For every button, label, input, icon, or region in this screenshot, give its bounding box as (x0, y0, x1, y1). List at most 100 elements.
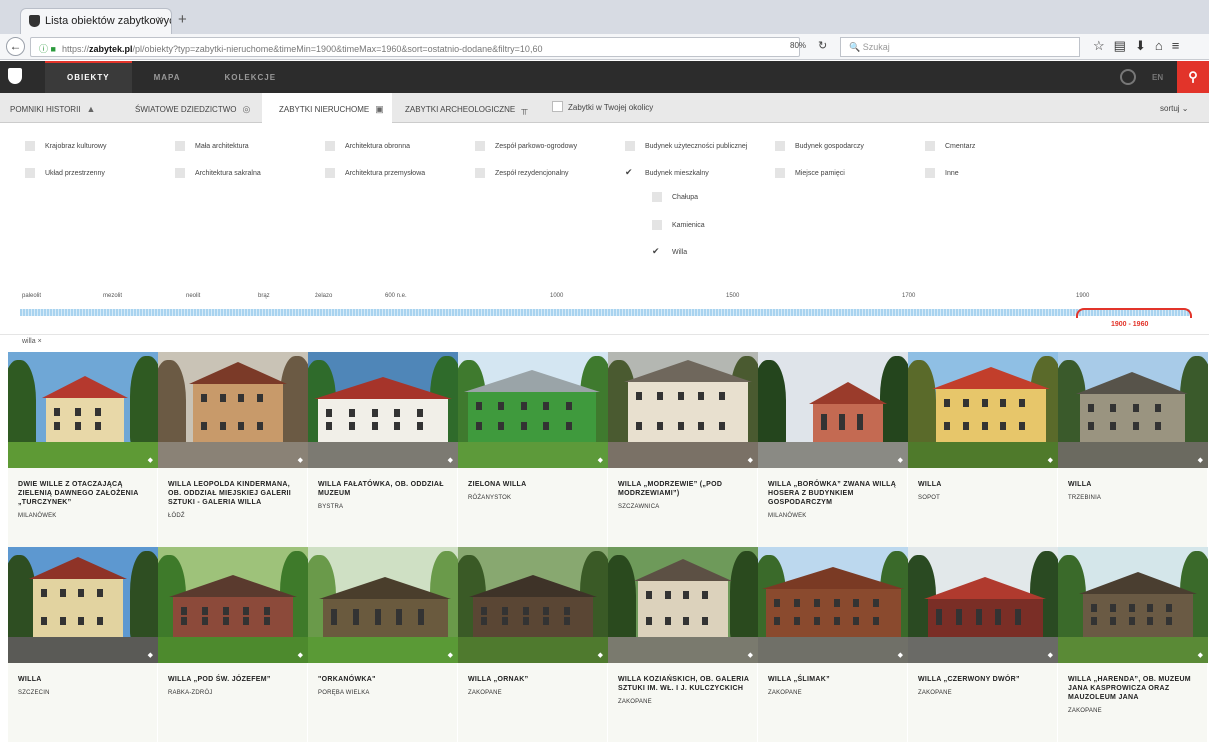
checkbox[interactable] (625, 141, 635, 151)
result-card[interactable]: ◆ WILLA SOPOT (908, 352, 1058, 547)
site-logo-icon[interactable] (8, 68, 22, 84)
result-card[interactable]: ◆ WILLA LEOPOLDA KINDERMANA, OB. ODDZIAŁ … (158, 352, 308, 547)
browser-tab[interactable]: Lista obiektów zabytkowyc... × (20, 8, 172, 34)
checkbox[interactable] (25, 141, 35, 151)
close-tab-icon[interactable]: × (157, 14, 163, 26)
card-title[interactable]: DWIE WILLE Z OTACZAJĄCĄ ZIELENIĄ DAWNEGO… (18, 480, 150, 507)
card-photo[interactable]: ◆ (8, 547, 158, 663)
filter-architektura-sakralna[interactable]: Architektura sakralna (175, 168, 261, 178)
card-photo[interactable]: ◆ (158, 352, 308, 468)
back-arrow-icon[interactable]: ← (6, 37, 25, 56)
card-title[interactable]: WILLA „POD ŚW. JÓZEFEM” (168, 675, 300, 684)
result-card[interactable]: ◆ WILLA „ŚLIMAK” ZAKOPANE (758, 547, 908, 742)
card-photo[interactable]: ◆ (908, 547, 1058, 663)
nav-kolekcje[interactable]: KOLEKCJE (203, 61, 299, 93)
nav-obiekty[interactable]: OBIEKTY (45, 61, 132, 93)
checkbox[interactable] (325, 168, 335, 178)
checkbox[interactable] (175, 141, 185, 151)
subfilter-willa[interactable]: ✔ Willa (652, 247, 687, 257)
card-title[interactable]: WILLA (1068, 480, 1200, 489)
browser-search-input[interactable]: 🔍 Szukaj (840, 37, 1080, 57)
result-card[interactable]: ◆ WILLA FAŁATÓWKA, OB. ODDZIAŁ MUZEUM BYST… (308, 352, 458, 547)
card-photo[interactable]: ◆ (458, 547, 608, 663)
filter-chip-willa[interactable]: willa × (22, 338, 42, 345)
result-card[interactable]: ◆ WILLA SZCZECIN (8, 547, 158, 742)
card-photo[interactable]: ◆ (308, 352, 458, 468)
address-bar[interactable]: ⓘ ■ https://zabytek.pl/pl/obiekty?typ=zab… (30, 37, 800, 57)
result-card[interactable]: ◆ WILLA „ORNAK” ZAKOPANE (458, 547, 608, 742)
result-card[interactable]: ◆ WILLA „CZERWONY DWÓR” ZAKOPANE (908, 547, 1058, 742)
tab-zabytki-nieruchome[interactable]: ZABYTKI NIERUCHOME ▣ (262, 93, 392, 123)
tab-swiatowe-dziedzictwo[interactable]: ŚWIATOWE DZIEDZICTWO ◎ (135, 93, 255, 123)
sort-dropdown[interactable]: sortuj ⌄ (1160, 104, 1189, 113)
card-photo[interactable]: ◆ (8, 352, 158, 468)
result-card[interactable]: ◆ WILLA „MODRZEWIE” („POD MODRZEWIAMI”) SZ… (608, 352, 758, 547)
card-title[interactable]: "ORKANÓWKA" (318, 675, 450, 684)
card-title[interactable]: WILLA (918, 480, 1050, 489)
checkbox[interactable] (475, 168, 485, 178)
menu-icon[interactable]: ≡ (1172, 38, 1189, 53)
close-icon[interactable]: × (38, 338, 42, 345)
card-photo[interactable]: ◆ (758, 547, 908, 663)
filter-budynek-mieszkalny[interactable]: ✔ Budynek mieszkalny (625, 168, 709, 178)
result-card[interactable]: ◆ "ORKANÓWKA" PORĘBA WIELKA (308, 547, 458, 742)
timeline-range-selector[interactable] (1076, 308, 1192, 318)
result-card[interactable]: ◆ DWIE WILLE Z OTACZAJĄCĄ ZIELENIĄ DAWNEG… (8, 352, 158, 547)
filter-zespol-rezydencjonalny[interactable]: Zespół rezydencjonalny (475, 168, 569, 178)
checkbox[interactable] (175, 168, 185, 178)
card-photo[interactable]: ◆ (608, 352, 758, 468)
subfilter-kamienica[interactable]: Kamienica (652, 220, 705, 230)
checkbox-checked-icon[interactable]: ✔ (652, 247, 662, 257)
result-card[interactable]: ◆ WILLA „BORÓWKA” ZWANA WILLĄ HOSERA Z BU… (758, 352, 908, 547)
card-photo[interactable]: ◆ (458, 352, 608, 468)
reading-list-icon[interactable]: ▤ (1114, 38, 1135, 53)
period-timeline[interactable]: paleolit mezolit neolit brąz żelazo 600 … (0, 288, 1209, 334)
filter-krajobraz[interactable]: Krajobraz kulturowy (25, 141, 106, 151)
tab-pomniki-historii[interactable]: POMNIKI HISTORII ▲ (10, 93, 122, 123)
accessibility-icon[interactable] (1120, 69, 1136, 85)
card-title[interactable]: WILLA „CZERWONY DWÓR” (918, 675, 1050, 684)
checkbox[interactable] (775, 168, 785, 178)
card-title[interactable]: WILLA FAŁATÓWKA, OB. ODDZIAŁ MUZEUM (318, 480, 450, 498)
filter-budynek-publiczny[interactable]: Budynek użyteczności publicznej (625, 141, 747, 151)
reload-icon[interactable]: ↻ (818, 39, 827, 52)
bookmark-star-icon[interactable]: ☆ (1093, 38, 1114, 53)
filter-architektura-przemyslowa[interactable]: Architektura przemysłowa (325, 168, 425, 178)
card-title[interactable]: WILLA LEOPOLDA KINDERMANA, OB. ODDZIAŁ M… (168, 480, 300, 507)
card-photo[interactable]: ◆ (1058, 547, 1208, 663)
filter-cmentarz[interactable]: Cmentarz (925, 141, 975, 151)
checkbox[interactable] (325, 141, 335, 151)
filter-zespol-parkowy[interactable]: Zespół parkowo-ogrodowy (475, 141, 577, 151)
card-photo[interactable]: ◆ (158, 547, 308, 663)
filter-budynek-gospodarczy[interactable]: Budynek gospodarczy (775, 141, 864, 151)
timeline-bar[interactable] (20, 309, 1190, 316)
checkbox[interactable] (25, 168, 35, 178)
checkbox[interactable] (652, 192, 662, 202)
card-photo[interactable]: ◆ (308, 547, 458, 663)
card-title[interactable]: WILLA „ORNAK” (468, 675, 600, 684)
result-card[interactable]: ◆ WILLA „POD ŚW. JÓZEFEM” RABKA-ZDRÓJ (158, 547, 308, 742)
card-title[interactable]: ZIELONA WILLA (468, 480, 600, 489)
checkbox[interactable] (652, 220, 662, 230)
zoom-level[interactable]: 80% (790, 41, 806, 50)
filter-uklad-przestrzenny[interactable]: Układ przestrzenny (25, 168, 105, 178)
card-photo[interactable]: ◆ (1058, 352, 1208, 468)
checkbox[interactable] (475, 141, 485, 151)
nav-mapa[interactable]: MAPA (132, 61, 203, 93)
filter-inne[interactable]: Inne (925, 168, 959, 178)
language-switch[interactable]: EN (1152, 73, 1163, 82)
tab-zabytki-archeologiczne[interactable]: ZABYTKI ARCHEOLOGICZNE ╥ (405, 93, 535, 123)
checkbox[interactable] (775, 141, 785, 151)
card-title[interactable]: WILLA „ŚLIMAK” (768, 675, 900, 684)
card-title[interactable]: WILLA (18, 675, 150, 684)
search-icon[interactable]: ⚲ (1177, 61, 1209, 93)
checkbox[interactable] (925, 141, 935, 151)
home-icon[interactable]: ⌂ (1155, 38, 1172, 53)
card-photo[interactable]: ◆ (908, 352, 1058, 468)
checkbox[interactable] (925, 168, 935, 178)
local-filter-checkbox[interactable] (552, 101, 563, 112)
download-icon[interactable]: ⬇ (1135, 38, 1155, 53)
card-title[interactable]: WILLA „HARENDA”, OB. MUZEUM JANA KASPROW… (1068, 675, 1200, 702)
card-title[interactable]: WILLA „MODRZEWIE” („POD MODRZEWIAMI”) (618, 480, 750, 498)
card-title[interactable]: WILLA KOZIAŃSKICH, OB. GALERIA SZTUKI IM… (618, 675, 750, 693)
